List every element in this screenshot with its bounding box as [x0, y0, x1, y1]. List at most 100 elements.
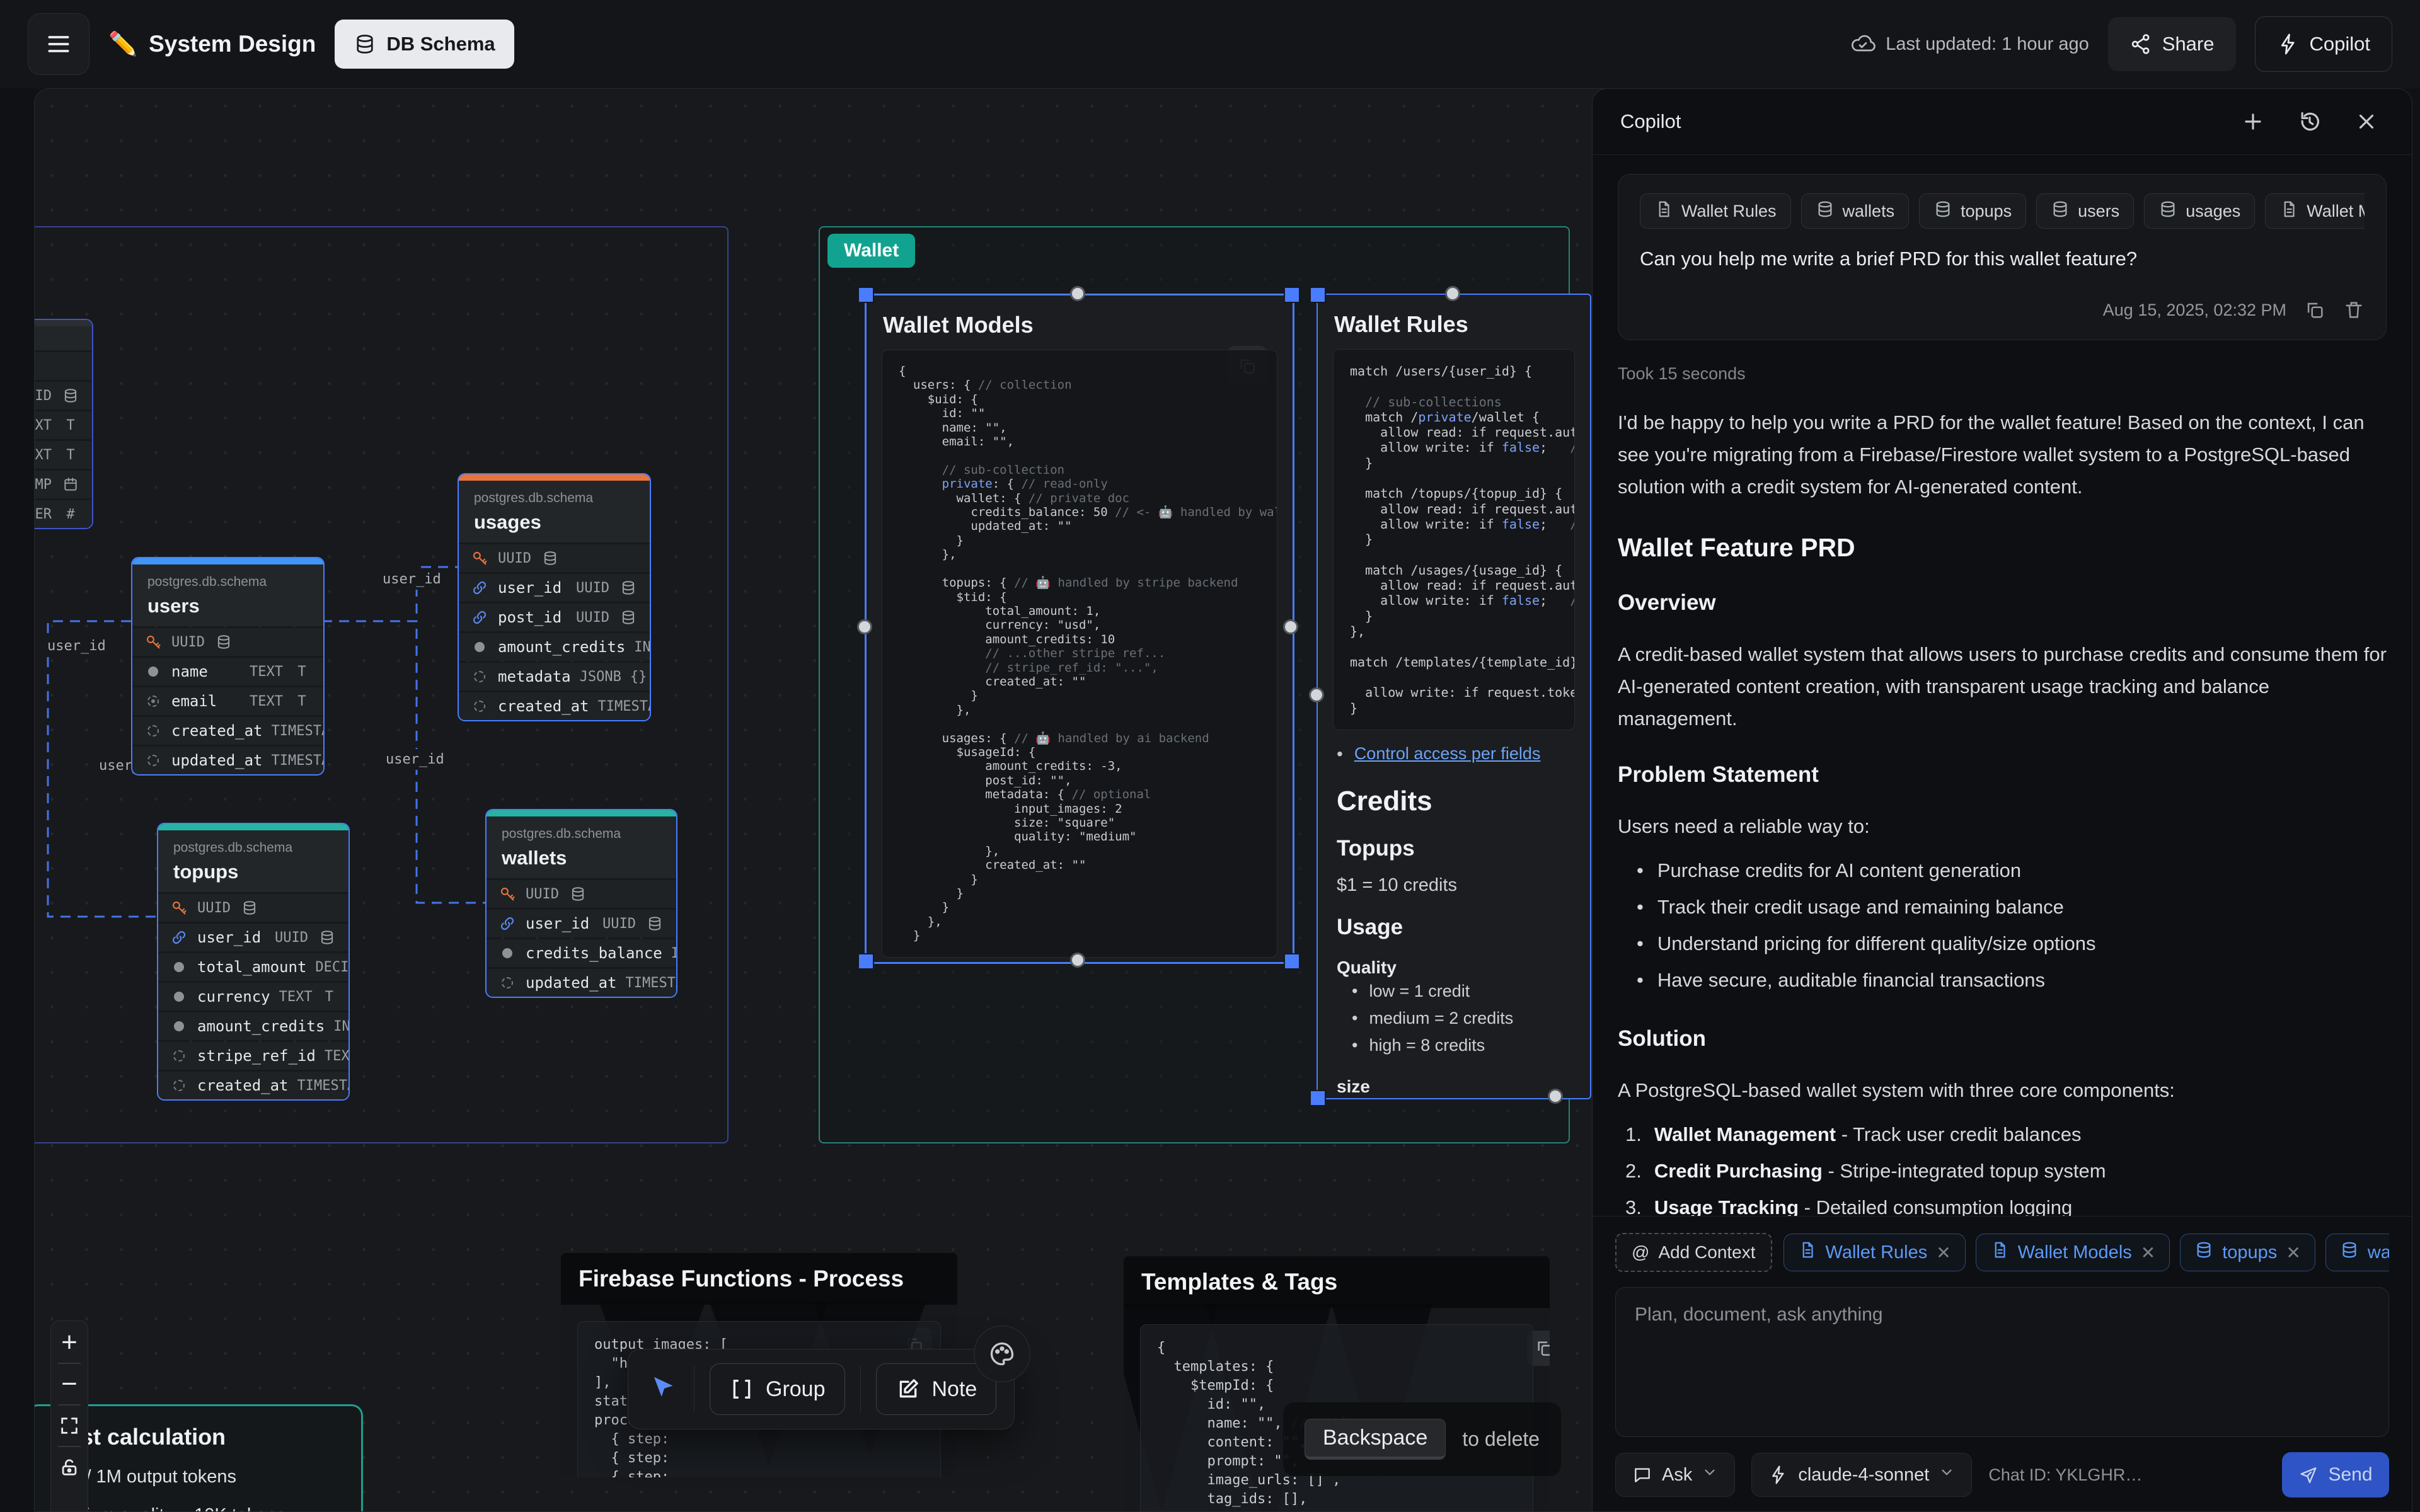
json-type-icon: {}	[630, 669, 647, 685]
at-icon: @	[1632, 1242, 1649, 1263]
response-paragraph: Users need a reliable way to:	[1618, 810, 2387, 842]
table-row[interactable]: created_atTIMESTAMP	[132, 717, 323, 745]
table-header[interactable]: postgres.db.schemawallets	[487, 816, 676, 878]
table-partial[interactable]: UUIDUUIDTEXTTTEXTTTIMESTAMPINTEGER#	[34, 319, 93, 529]
chat-input[interactable]	[1615, 1287, 2389, 1437]
delete-message-icon[interactable]	[2343, 299, 2365, 321]
table-row[interactable]: TEXTT	[34, 441, 92, 469]
remove-chip-icon[interactable]: ✕	[1936, 1242, 1950, 1263]
fit-view-button[interactable]	[54, 1411, 84, 1441]
resize-handle[interactable]	[858, 953, 874, 970]
context-chip[interactable]: Wallet Models	[2265, 193, 2365, 229]
table-header[interactable]	[34, 326, 92, 350]
unlock-button[interactable]	[54, 1452, 84, 1482]
context-chip[interactable]: users	[2036, 193, 2134, 229]
resize-handle[interactable]	[1070, 286, 1085, 301]
zoom-out-button[interactable]: −	[54, 1369, 84, 1399]
context-chip[interactable]: usages	[2144, 193, 2255, 229]
resize-handle[interactable]	[1310, 287, 1326, 303]
code-line: match /topups/{topup_id} {	[1350, 486, 1558, 501]
context-chip[interactable]: wallets✕	[2325, 1234, 2389, 1271]
history-button[interactable]	[2292, 104, 2327, 139]
table-header[interactable]: postgres.db.schemausages	[459, 481, 650, 542]
table-row[interactable]: post_idUUID	[459, 604, 650, 631]
table-row[interactable]: currencyTEXTT	[158, 983, 349, 1011]
wallet-rules-code: match /users/{user_id} { // sub-collecti…	[1333, 349, 1575, 730]
table-header[interactable]: postgres.db.schematopups	[158, 830, 349, 892]
resize-handle[interactable]	[857, 619, 872, 634]
resize-handle[interactable]	[1310, 1090, 1326, 1106]
table-users[interactable]: postgres.db.schemausersidUUIDnameTEXTTem…	[131, 557, 325, 776]
table-row[interactable]: credits_balanceINTEGER#	[487, 939, 676, 967]
context-chip[interactable]: Wallet Rules ✕	[1783, 1234, 1966, 1271]
new-chat-button[interactable]	[2235, 104, 2271, 139]
resize-handle[interactable]	[1309, 687, 1324, 702]
remove-chip-icon[interactable]: ✕	[2286, 1242, 2300, 1263]
top-bar: ✏️ System Design DB Schema Last updated:…	[0, 0, 2420, 88]
chip-label: Wallet Rules	[1826, 1242, 1928, 1263]
table-row[interactable]: idUUID	[132, 628, 323, 656]
required-field-icon	[170, 987, 188, 1006]
context-chip[interactable]: topups	[1919, 193, 2026, 229]
table-row[interactable]: nameTEXTT	[132, 658, 323, 685]
table-row[interactable]: metadataJSONB{}	[459, 663, 650, 690]
menu-button[interactable]	[28, 13, 89, 75]
resize-handle[interactable]	[1284, 287, 1300, 303]
share-button[interactable]: Share	[2108, 17, 2236, 71]
table-row[interactable]: total_amountDECIMAL	[158, 953, 349, 981]
mode-selector[interactable]: Ask	[1615, 1453, 1735, 1497]
size-list: •square (default)•portrait•landscape	[1337, 1097, 1571, 1099]
copy-message-icon[interactable]	[2304, 299, 2325, 321]
select-tool-button[interactable]	[646, 1372, 679, 1407]
model-selector[interactable]: claude-4-sonnet	[1751, 1453, 1972, 1497]
table-row[interactable]: stripe_ref_idTEXTT	[158, 1042, 349, 1070]
table-row[interactable]: amount_creditsINTEGER#	[158, 1012, 349, 1040]
table-header[interactable]: postgres.db.schemausers	[132, 564, 323, 626]
context-chip[interactable]: topups✕	[2180, 1234, 2315, 1271]
resize-handle[interactable]	[1284, 953, 1300, 970]
style-palette-button[interactable]	[974, 1326, 1030, 1382]
table-row[interactable]: amount_creditsINTEGER#	[459, 633, 650, 661]
table-wallets[interactable]: postgres.db.schemawalletsidUUIDuser_idUU…	[485, 809, 677, 998]
context-chip[interactable]: wallets	[1801, 193, 1910, 229]
table-row[interactable]: idUUID	[459, 544, 650, 572]
add-context-button[interactable]: @ Add Context	[1615, 1233, 1772, 1272]
copilot-button[interactable]: Copilot	[2255, 16, 2393, 72]
table-row[interactable]: INTEGER#	[34, 500, 92, 528]
tab-db-schema[interactable]: DB Schema	[335, 20, 514, 69]
table-row[interactable]: created_atTIMESTAMP	[459, 692, 650, 720]
wallet-frame-label[interactable]: Wallet	[827, 234, 915, 268]
resize-handle[interactable]	[858, 287, 874, 303]
resize-handle[interactable]	[1070, 953, 1085, 968]
table-topups[interactable]: postgres.db.schematopupsidUUIDuser_idUUI…	[157, 823, 350, 1101]
resize-handle[interactable]	[1283, 619, 1298, 634]
table-row[interactable]: user_idUUID	[459, 574, 650, 602]
table-row[interactable]: emailTEXTT	[132, 687, 323, 715]
table-row[interactable]: TEXTT	[34, 411, 92, 439]
table-usages[interactable]: postgres.db.schemausagesidUUIDuser_idUUI…	[458, 473, 651, 721]
table-row[interactable]: idUUID	[158, 894, 349, 922]
zoom-in-button[interactable]: +	[54, 1327, 84, 1358]
table-row[interactable]: updated_atTIMESTAMP	[132, 747, 323, 774]
context-chip[interactable]: Wallet Models✕	[1976, 1234, 2170, 1271]
remove-chip-icon[interactable]: ✕	[2141, 1242, 2155, 1263]
context-chip[interactable]: Wallet Rules	[1640, 193, 1791, 229]
table-row[interactable]: idUUID	[487, 880, 676, 908]
close-panel-button[interactable]	[2349, 104, 2384, 139]
edge-label: user_id	[40, 636, 113, 656]
table-row[interactable]: user_idUUID	[487, 910, 676, 937]
resize-handle[interactable]	[1548, 1089, 1563, 1104]
wallet-rules-card[interactable]: Wallet Rules match /users/{user_id} { //…	[1317, 294, 1591, 1099]
wallet-models-card[interactable]: Wallet Models { users: { // collection $…	[865, 294, 1294, 964]
group-button[interactable]: Group	[710, 1363, 845, 1415]
table-row[interactable]: UUID	[34, 352, 92, 380]
table-row[interactable]: UUID	[34, 382, 92, 410]
table-row[interactable]: created_atTIMESTAMP	[158, 1072, 349, 1099]
note-button[interactable]: Note	[876, 1363, 997, 1415]
table-row[interactable]: TIMESTAMP	[34, 471, 92, 498]
table-row[interactable]: user_idUUID	[158, 924, 349, 951]
table-row[interactable]: updated_atTIMESTAMP	[487, 969, 676, 997]
control-access-link[interactable]: Control access per fields	[1354, 744, 1541, 764]
send-button[interactable]: Send	[2282, 1452, 2389, 1498]
resize-handle[interactable]	[1445, 286, 1460, 301]
